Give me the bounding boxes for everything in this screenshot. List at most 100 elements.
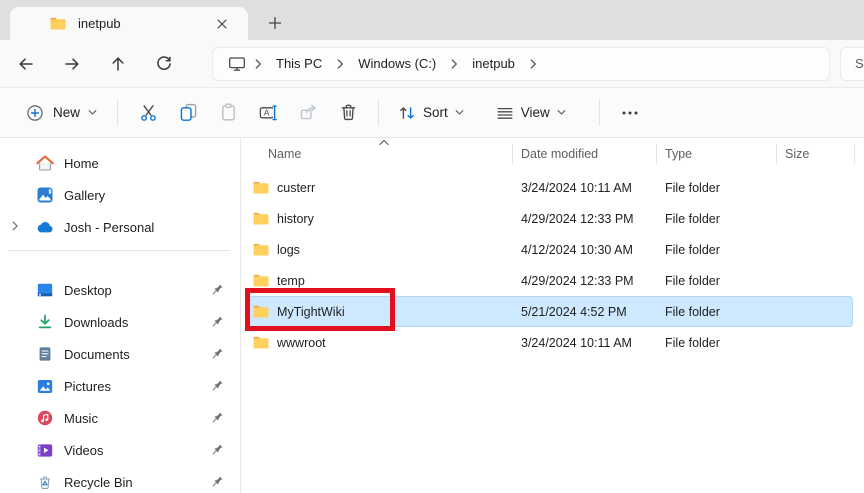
- share-icon: [299, 103, 318, 122]
- sidebar-item-label: Desktop: [64, 283, 234, 298]
- file-row-custerr[interactable]: custerr 3/24/2024 10:11 AM File folder: [245, 172, 853, 203]
- file-date-modified: 4/29/2024 12:33 PM: [521, 274, 665, 288]
- sort-ascending-icon: [378, 138, 390, 146]
- view-button[interactable]: View: [487, 95, 575, 131]
- sidebar-item-music[interactable]: Music: [0, 403, 234, 433]
- chevron-right-icon: [253, 58, 263, 70]
- sidebar-item-gallery[interactable]: Gallery: [0, 180, 234, 210]
- arrow-up-icon: [109, 55, 127, 73]
- folder-icon: [50, 17, 66, 30]
- new-button[interactable]: New: [16, 95, 107, 131]
- sidebar-item-documents[interactable]: Documents: [0, 339, 234, 369]
- sidebar-item-label: Documents: [64, 347, 234, 362]
- file-row-mytightwiki[interactable]: MyTightWiki 5/21/2024 4:52 PM File folde…: [245, 296, 853, 327]
- copy-button[interactable]: [168, 95, 208, 131]
- breadcrumb-item-inetpub[interactable]: inetpub: [466, 53, 521, 74]
- column-header-name[interactable]: Name: [268, 144, 513, 164]
- sidebar-item-label: Pictures: [64, 379, 234, 394]
- recycle-bin-icon: [36, 474, 54, 490]
- sidebar-item-home[interactable]: Home: [0, 148, 234, 178]
- refresh-icon: [155, 55, 173, 73]
- pin-icon: [210, 443, 224, 457]
- share-button[interactable]: [288, 95, 328, 131]
- forward-button[interactable]: [55, 47, 89, 81]
- folder-icon: [253, 243, 269, 256]
- sidebar-item-pictures[interactable]: Pictures: [0, 371, 234, 401]
- paste-button[interactable]: [208, 95, 248, 131]
- sidebar-item-label: Recycle Bin: [64, 475, 234, 490]
- back-button[interactable]: [9, 47, 43, 81]
- more-options-button[interactable]: [610, 95, 650, 131]
- sidebar-item-downloads[interactable]: Downloads: [0, 307, 234, 337]
- gallery-icon: [36, 187, 54, 203]
- file-type: File folder: [665, 305, 785, 319]
- chevron-right-icon: [335, 58, 345, 70]
- rename-icon: A: [259, 104, 278, 122]
- address-bar[interactable]: This PC Windows (C:) inetpub: [212, 47, 830, 81]
- chevron-right-icon: [449, 58, 459, 70]
- pin-icon: [210, 411, 224, 425]
- file-row-wwwroot[interactable]: wwwroot 3/24/2024 10:11 AM File folder: [245, 327, 853, 358]
- file-list-pane: Name Date modified Type Size custerr 3/2…: [241, 138, 864, 493]
- sidebar-item-label: Home: [64, 156, 234, 171]
- sidebar-item-label: Downloads: [64, 315, 234, 330]
- folder-icon: [253, 305, 269, 318]
- file-type: File folder: [665, 274, 785, 288]
- sidebar-divider: [8, 250, 230, 251]
- sidebar-item-onedrive-personal[interactable]: Josh - Personal: [0, 212, 234, 242]
- delete-button[interactable]: [328, 95, 368, 131]
- file-type: File folder: [665, 212, 785, 226]
- more-options-icon: [620, 104, 640, 122]
- pin-icon: [210, 315, 224, 329]
- sidebar-item-label: Josh - Personal: [64, 220, 234, 235]
- column-header-size[interactable]: Size: [777, 144, 855, 164]
- file-row-history[interactable]: history 4/29/2024 12:33 PM File folder: [245, 203, 853, 234]
- sort-icon: [398, 104, 416, 122]
- sidebar-item-label: Videos: [64, 443, 234, 458]
- paste-icon: [219, 103, 238, 122]
- toolbar-divider: [117, 100, 118, 126]
- plus-circle-icon: [26, 104, 44, 122]
- copy-icon: [179, 103, 198, 122]
- new-tab-button[interactable]: [260, 8, 290, 38]
- music-icon: [36, 410, 54, 426]
- file-type: File folder: [665, 181, 785, 195]
- pictures-icon: [36, 379, 54, 394]
- refresh-button[interactable]: [147, 47, 181, 81]
- search-placeholder-text: Sea: [855, 56, 864, 71]
- navigation-pane: Home Gallery Josh - Personal: [0, 138, 241, 493]
- file-date-modified: 3/24/2024 10:11 AM: [521, 336, 665, 350]
- breadcrumb-item-this-pc[interactable]: This PC: [270, 53, 328, 74]
- view-list-icon: [496, 104, 514, 122]
- sidebar-item-videos[interactable]: Videos: [0, 435, 234, 465]
- sidebar-item-recycle-bin[interactable]: Recycle Bin: [0, 467, 234, 493]
- onedrive-cloud-icon: [36, 221, 54, 233]
- file-row-temp[interactable]: temp 4/29/2024 12:33 PM File folder: [245, 265, 853, 296]
- sidebar-item-desktop[interactable]: Desktop: [0, 275, 234, 305]
- file-type: File folder: [665, 336, 785, 350]
- file-date-modified: 4/12/2024 10:30 AM: [521, 243, 665, 257]
- file-row-logs[interactable]: logs 4/12/2024 10:30 AM File folder: [245, 234, 853, 265]
- svg-text:A: A: [263, 107, 269, 117]
- tab-close-button[interactable]: [210, 12, 234, 36]
- column-header-date-modified[interactable]: Date modified: [513, 144, 657, 164]
- column-header-type[interactable]: Type: [657, 144, 777, 164]
- sort-button[interactable]: Sort: [389, 95, 473, 131]
- chevron-right-icon: [528, 58, 538, 70]
- breadcrumb-item-windows-c[interactable]: Windows (C:): [352, 53, 442, 74]
- column-headers: Name Date modified Type Size: [241, 140, 864, 168]
- up-button[interactable]: [101, 47, 135, 81]
- main-area: Home Gallery Josh - Personal: [0, 138, 864, 493]
- file-name: history: [277, 212, 521, 226]
- chevron-right-icon[interactable]: [10, 220, 20, 232]
- chevron-down-icon: [88, 109, 97, 116]
- explorer-tab[interactable]: inetpub: [10, 7, 248, 40]
- cut-button[interactable]: [128, 95, 168, 131]
- trash-icon: [339, 103, 358, 122]
- toolbar-divider: [599, 100, 600, 126]
- search-input[interactable]: Sea: [840, 47, 864, 81]
- file-rows: custerr 3/24/2024 10:11 AM File folder h…: [241, 172, 864, 358]
- file-name: custerr: [277, 181, 521, 195]
- file-name: temp: [277, 274, 521, 288]
- rename-button[interactable]: A: [248, 95, 288, 131]
